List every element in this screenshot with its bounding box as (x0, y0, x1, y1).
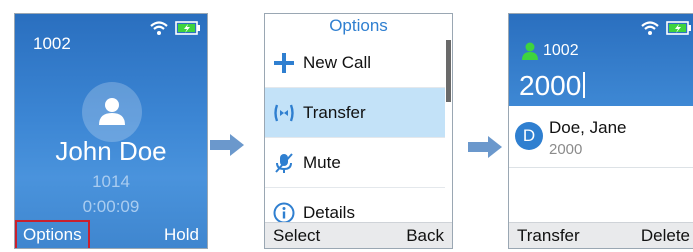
wifi-icon (150, 21, 168, 35)
caller-avatar (82, 82, 142, 142)
delete-softkey[interactable]: Delete (641, 226, 690, 246)
transfer-screen: 1002 2000 D Doe, Jane 2000 Transfer Dele… (508, 13, 693, 249)
contact-number: 2000 (549, 141, 583, 158)
status-icons (640, 20, 692, 36)
mute-icon (275, 152, 293, 173)
menu-item-label: Transfer (303, 102, 366, 122)
extension-label: 1002 (33, 34, 71, 53)
hold-softkey[interactable]: Hold (164, 225, 199, 245)
softkey-bar: Transfer Delete (509, 222, 693, 248)
wifi-icon (641, 21, 659, 35)
options-softkey[interactable]: Options (15, 220, 90, 248)
person-icon (99, 98, 125, 125)
info-icon (273, 202, 295, 224)
back-softkey[interactable]: Back (406, 226, 444, 246)
transfer-softkey[interactable]: Transfer (517, 226, 580, 246)
dial-header: 1002 2000 (509, 14, 693, 106)
account-icon (522, 42, 538, 60)
battery-charging-icon (666, 21, 691, 35)
menu-item-label: Mute (303, 152, 341, 172)
arrow-right-icon (468, 136, 502, 158)
plus-icon (274, 52, 294, 73)
menu-item-label: Details (303, 203, 355, 222)
status-icons (149, 20, 201, 36)
caller-name: John Doe (55, 136, 167, 166)
menu-item-transfer[interactable]: Transfer (265, 88, 445, 138)
menu-item-new-call[interactable]: New Call (265, 38, 445, 88)
scrollbar[interactable] (446, 40, 451, 102)
call-timer: 0:00:09 (82, 197, 140, 216)
contact-name: Doe, Jane (549, 118, 627, 137)
dial-input[interactable]: 2000 (519, 70, 586, 102)
battery-charging-icon (175, 21, 200, 35)
select-softkey[interactable]: Select (273, 226, 320, 246)
options-title: Options (329, 16, 388, 35)
extension-label: 1002 (543, 42, 579, 59)
contact-suggestion[interactable]: D Doe, Jane 2000 (509, 110, 693, 168)
contact-initial-avatar: D (515, 122, 543, 150)
softkey-bar: Select Back (265, 222, 452, 248)
text-cursor (583, 72, 586, 98)
caller-number: 1014 (92, 172, 130, 191)
call-screen: 1002 John Doe 1014 0:00:09 Options Hold (14, 13, 208, 249)
options-screen: Options New Call Transfer Mute Details S… (264, 13, 453, 249)
softkey-bar: Options Hold (15, 220, 207, 248)
arrow-right-icon (210, 134, 244, 156)
menu-item-mute[interactable]: Mute (265, 138, 445, 188)
dial-input-value: 2000 (519, 70, 582, 101)
transfer-icon (274, 104, 294, 121)
menu-item-label: New Call (303, 52, 372, 72)
